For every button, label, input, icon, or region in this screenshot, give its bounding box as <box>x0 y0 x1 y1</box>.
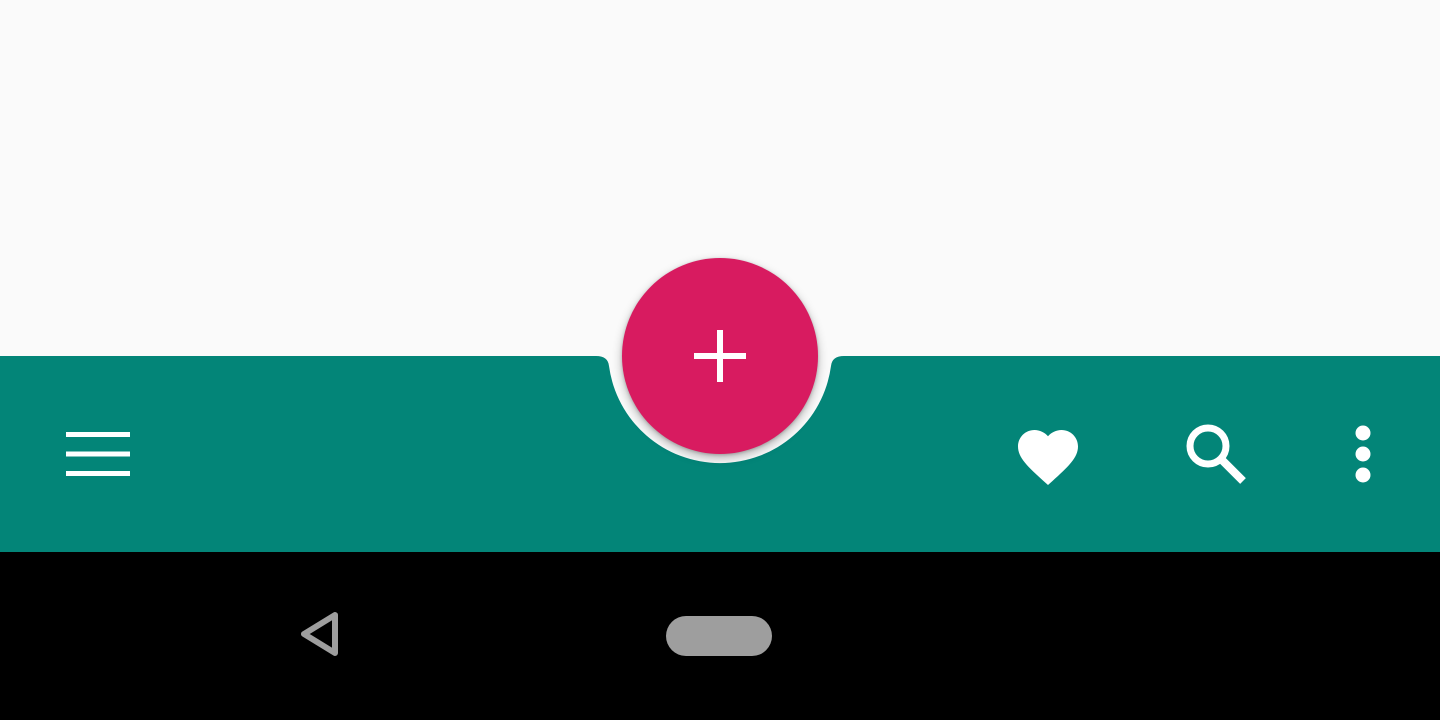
menu-icon <box>66 432 130 476</box>
add-icon <box>694 330 746 382</box>
more-vert-icon <box>1355 425 1371 483</box>
favorite-button[interactable] <box>998 414 1098 494</box>
search-icon <box>1186 424 1246 484</box>
more-options-button[interactable] <box>1323 414 1403 494</box>
add-fab-button[interactable] <box>622 258 818 454</box>
menu-button[interactable] <box>48 418 148 490</box>
back-triangle-icon <box>301 612 338 656</box>
system-navigation-bar <box>0 552 1440 720</box>
home-pill-icon[interactable] <box>666 616 772 656</box>
search-button[interactable] <box>1166 414 1266 494</box>
back-button[interactable] <box>290 604 350 664</box>
app-screen <box>0 0 1440 720</box>
favorite-icon <box>1018 430 1078 486</box>
